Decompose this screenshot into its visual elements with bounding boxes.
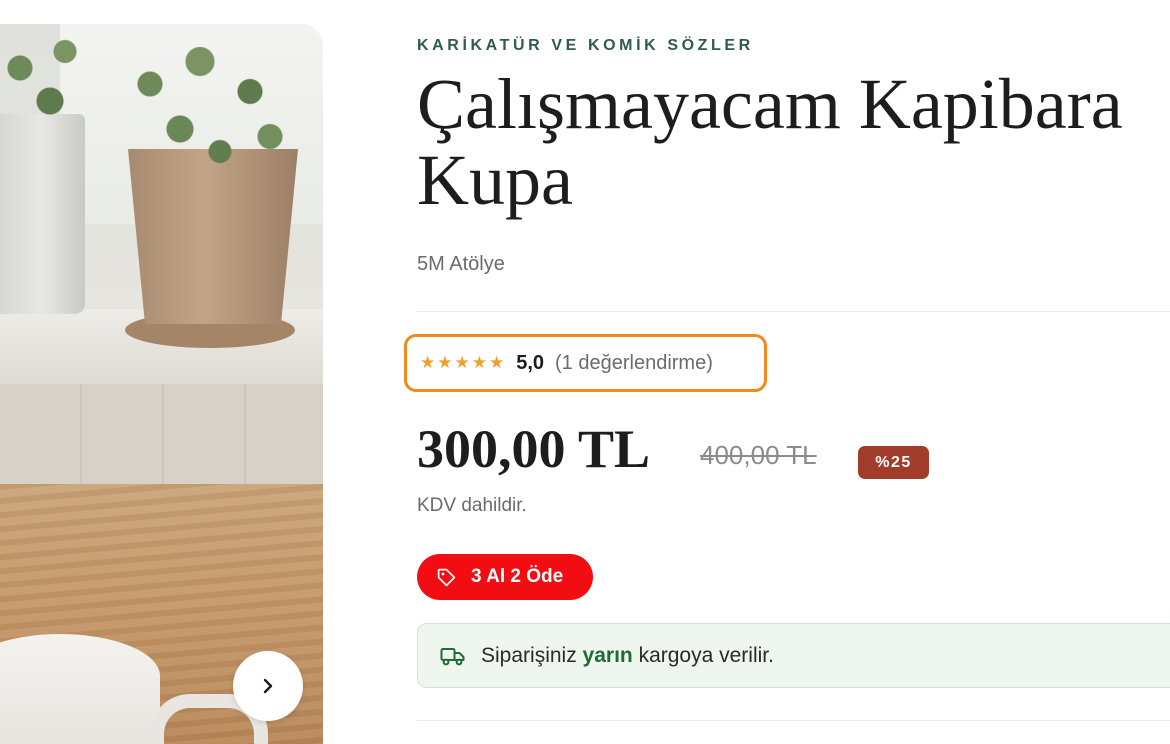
photo-pot-left bbox=[0, 114, 85, 314]
shipping-prefix: Siparişiniz bbox=[481, 643, 583, 667]
campaign-badge[interactable]: 3 Al 2 Öde bbox=[417, 554, 593, 600]
shipping-info: Siparişiniz yarın kargoya verilir. bbox=[417, 623, 1170, 688]
divider bbox=[417, 720, 1170, 721]
photo-plant-left bbox=[0, 24, 90, 134]
product-image bbox=[0, 24, 323, 744]
rating-review-count[interactable]: (1 değerlendirme) bbox=[555, 352, 713, 375]
product-brand[interactable]: 5M Atölye bbox=[417, 253, 505, 276]
product-old-price: 400,00 TL bbox=[700, 440, 817, 470]
product-title: Çalışmayacam Kapibara Kupa bbox=[417, 66, 1170, 218]
product-category[interactable]: KARİKATÜR VE KOMİK SÖZLER bbox=[417, 37, 754, 55]
product-price: 300,00 TL bbox=[417, 419, 651, 479]
shipping-highlight: yarın bbox=[582, 643, 633, 667]
product-title-line1: Çalışmayacam Kapibara bbox=[417, 64, 1123, 144]
product-title-line2: Kupa bbox=[417, 140, 573, 220]
campaign-label: 3 Al 2 Öde bbox=[471, 566, 564, 587]
discount-badge: %25 bbox=[858, 446, 929, 479]
shipping-suffix: kargoya verilir. bbox=[632, 643, 774, 667]
divider bbox=[417, 311, 1170, 312]
photo-pot bbox=[128, 149, 298, 324]
gallery-next-button[interactable] bbox=[233, 651, 303, 721]
truck-icon bbox=[440, 647, 465, 665]
tag-icon bbox=[437, 568, 456, 586]
chevron-right-icon bbox=[263, 678, 273, 694]
photo-plant bbox=[110, 24, 310, 174]
photo-mug bbox=[0, 634, 160, 744]
vat-note: KDV dahildir. bbox=[417, 495, 527, 516]
rating-score: 5,0 bbox=[516, 351, 545, 374]
rating-stars: ★★★★★ bbox=[420, 353, 507, 372]
rating-summary[interactable]: ★★★★★ 5,0 (1 değerlendirme) bbox=[404, 334, 767, 392]
